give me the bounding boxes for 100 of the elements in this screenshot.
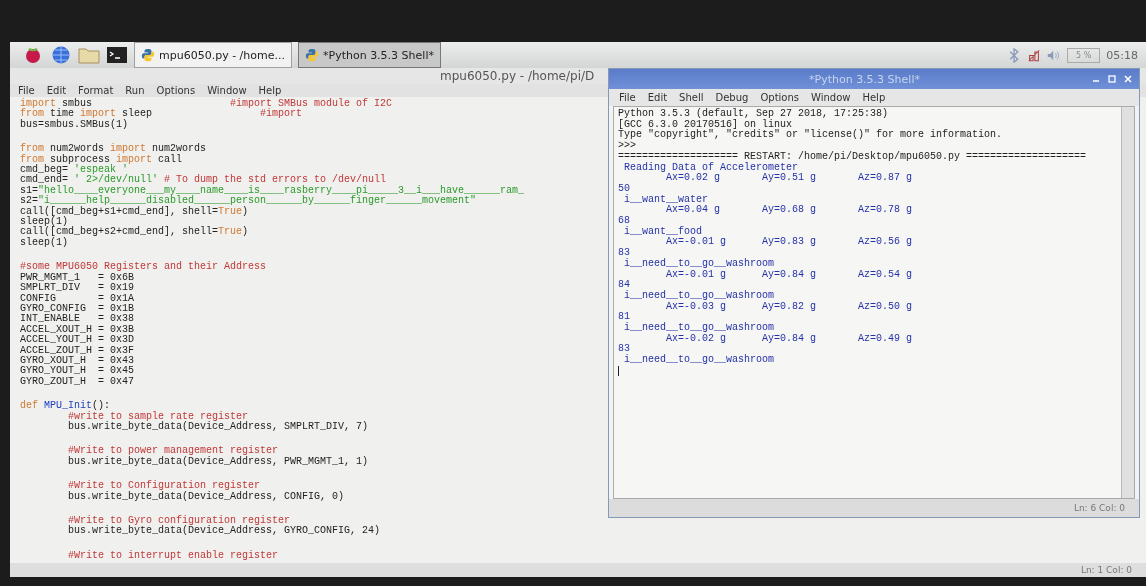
globe-icon[interactable] — [50, 45, 72, 65]
code-text: "i______help______disabled______person______by______finger______movement" — [38, 195, 477, 207]
code-text: num2words — [49, 143, 105, 155]
close-icon[interactable] — [1123, 74, 1133, 84]
shell-line: 83 — [618, 248, 630, 259]
shell-line: Ax=-0.02 g Ay=0.84 g Az=0.49 g — [665, 333, 914, 345]
code-text: #Write to interrupt enable register — [68, 549, 279, 561]
shell-line: Ax=-0.01 g Ay=0.84 g Az=0.54 g — [665, 269, 914, 281]
shell-line: Python 3.5.3 (default, Sep 27 2018, 17:25:38) — [618, 109, 890, 120]
code-text: "hello____everyone___my____name____is____rasberry____pi_____3__i___have______ram_ — [38, 184, 525, 196]
clock[interactable]: 05:18 — [1106, 48, 1138, 62]
code-text: INT_ENABLE = 0x38 — [20, 313, 135, 325]
code-text: #import — [260, 108, 303, 120]
code-text: bus.write_byte_data(Device_Address, GYRO_CONFIG, 24) — [68, 525, 381, 537]
shell-line: 84 — [618, 280, 630, 291]
code-text: SMPLRT_DIV = 0x19 — [20, 282, 135, 294]
code-text: smbus — [62, 98, 93, 109]
shell-line: 81 — [618, 312, 630, 323]
code-text: #import SMBus module of I2C — [230, 98, 393, 109]
code-text: cmd_beg= — [20, 164, 68, 176]
menu-item[interactable]: Debug — [715, 92, 749, 103]
network-icon[interactable] — [1027, 47, 1042, 63]
code-text: CONFIG = 0x1A — [20, 292, 135, 304]
status-text: Ln: 1 Col: 0 — [1080, 565, 1132, 576]
shell-line: [GCC 6.3.0 20170516] on linux — [618, 119, 794, 130]
shell-line: i__want__water — [623, 194, 709, 205]
shell-line: Ax=0.04 g Ay=0.68 g Az=0.78 g — [665, 205, 914, 217]
python-icon — [305, 48, 319, 62]
code-text: MPU_Init — [44, 400, 93, 412]
menu-item[interactable]: Shell — [679, 92, 704, 103]
code-text: import — [20, 98, 56, 109]
code-text: sleep — [122, 108, 154, 120]
terminal-icon[interactable] — [106, 45, 128, 65]
menu-item[interactable]: Edit — [46, 85, 67, 96]
menu-item[interactable]: Format — [78, 85, 114, 96]
code-text: GYRO_ZOUT_H = 0x47 — [20, 375, 135, 387]
code-text: PWR_MGMT_1 = 0x6B — [20, 271, 135, 283]
code-text: ) — [242, 205, 249, 217]
menu-item[interactable]: File — [619, 92, 636, 103]
code-text: sleep(1) — [20, 236, 68, 248]
code-text: import — [110, 143, 147, 155]
maximize-icon[interactable] — [1107, 74, 1117, 84]
code-text: ACCEL_ZOUT_H = 0x3F — [20, 344, 135, 356]
code-text: import — [80, 108, 117, 120]
code-text: True — [218, 226, 243, 238]
code-text: num2words — [151, 143, 207, 155]
shell-line: Type "copyright", "credits" or "license()" for more information. — [618, 130, 1004, 141]
code-text: call([cmd_beg+s1+cmd_end], shell= — [20, 205, 219, 217]
shell-line: Ax=0.02 g Ay=0.51 g Az=0.87 g — [665, 173, 914, 184]
menu-item[interactable]: File — [18, 85, 35, 96]
menu-item[interactable]: Edit — [647, 92, 668, 103]
code-text: import — [116, 153, 153, 165]
menu-item[interactable]: Window — [811, 92, 851, 103]
taskbar-button[interactable]: mpu6050.py - /home... — [134, 42, 292, 68]
code-text: True — [218, 205, 243, 217]
code-text: def — [20, 400, 38, 412]
code-text: # To dump the std errors to /dev/null — [164, 174, 387, 186]
shell-line: 68 — [618, 216, 630, 227]
shell-line: Ax=-0.03 g Ay=0.82 g Az=0.50 g — [665, 301, 914, 313]
status-text: Ln: 6 Col: 0 — [1073, 503, 1125, 513]
code-text: #Write to Gyro configuration register — [68, 515, 291, 526]
shell-line: i__want__food — [623, 226, 703, 237]
code-text: bus.write_byte_data(Device_Address, CONFIG, 0) — [68, 490, 345, 502]
code-text: #some MPU6050 Registers and their Address — [20, 261, 267, 273]
code-text: ACCEL_XOUT_H = 0x3B — [20, 323, 135, 335]
code-text: bus.write_byte_data(Device_Address, PWR_MGMT_1, 1) — [68, 455, 369, 467]
menu-item[interactable]: Options — [760, 92, 799, 103]
scrollbar[interactable] — [1121, 107, 1134, 498]
code-text: call — [157, 153, 183, 165]
code-text: s1= — [20, 184, 38, 196]
shell-line: Reading Data of Accelerometer — [623, 162, 800, 173]
code-text: bus=smbus.SMBus(1) — [20, 118, 129, 130]
shell-line: 83 — [618, 344, 630, 355]
code-text: from — [20, 153, 44, 165]
code-text: s2= — [20, 195, 38, 207]
shell-line: i__need__to__go__washroom — [623, 323, 776, 334]
code-text: ) — [242, 226, 249, 238]
shell-line: i__need__to__go__washroom — [623, 290, 776, 302]
window-title: mpu6050.py - /home/pi/D — [440, 69, 595, 83]
menu-item[interactable]: Run — [125, 85, 145, 96]
menu-item[interactable]: Help — [258, 85, 282, 96]
taskbar-button[interactable]: *Python 3.5.3 Shell* — [298, 42, 441, 68]
code-text: GYRO_YOUT_H = 0x45 — [20, 365, 135, 377]
code-text: #Write to Configuration register — [68, 480, 261, 492]
code-text: bus.write_byte_data(Device_Address, SMPLRT_DIV, 7) — [68, 420, 369, 432]
code-text: sleep(1) — [20, 216, 68, 228]
window-title: *Python 3.5.3 Shell* — [809, 72, 920, 86]
menu-item[interactable]: Window — [207, 85, 247, 96]
code-text: (): — [92, 400, 111, 412]
code-text: from — [20, 143, 44, 155]
code-text: ACCEL_YOUT_H = 0x3D — [20, 334, 135, 346]
shell-line: Ax=-0.01 g Ay=0.83 g Az=0.56 g — [665, 237, 914, 249]
menu-item[interactable]: Help — [862, 92, 886, 103]
code-text: subprocess — [50, 153, 111, 165]
code-text: #write to sample rate register — [68, 410, 249, 422]
code-text: from — [20, 108, 44, 120]
shell-line: >>> — [618, 141, 637, 152]
code-text: GYRO_CONFIG = 0x1B — [20, 302, 135, 314]
shell-line: ==================== RESTART: /home/pi/Desktop/mpu6050.py ==================== — [618, 151, 1088, 162]
menu-item[interactable]: Options — [156, 85, 196, 96]
